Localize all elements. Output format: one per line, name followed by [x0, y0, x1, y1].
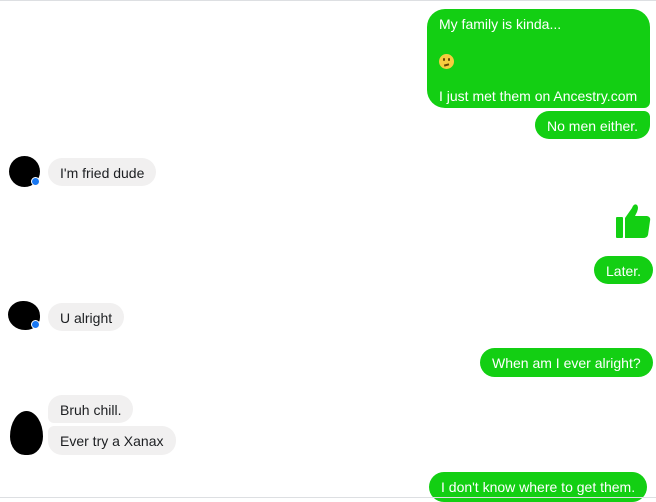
avatar[interactable]: [10, 411, 43, 455]
bottom-divider: [0, 497, 656, 498]
message-text: Ever try a Xanax: [60, 433, 164, 449]
outgoing-message[interactable]: No men either.: [535, 111, 651, 139]
message-line: My family is kinda...: [439, 16, 562, 32]
thumbs-up-icon[interactable]: [615, 202, 651, 239]
incoming-message[interactable]: I'm fried dude: [48, 158, 157, 186]
top-divider: [0, 0, 656, 1]
message-text: No men either.: [547, 118, 639, 134]
message-text: Later.: [606, 263, 642, 279]
message-text: I'm fried dude: [60, 165, 145, 181]
message-text: When am I ever alright?: [492, 355, 641, 371]
message-line: I just met them on Ancestry.com: [439, 88, 638, 104]
incoming-message[interactable]: Bruh chill.: [48, 395, 134, 423]
incoming-message[interactable]: Ever try a Xanax: [48, 426, 176, 455]
active-status-badge: [31, 177, 40, 186]
outgoing-message[interactable]: Later.: [594, 256, 654, 284]
message-text: U alright: [60, 310, 113, 326]
message-text: Bruh chill.: [60, 402, 122, 418]
message-text: I don't know where to get them.: [441, 479, 636, 495]
incoming-message[interactable]: U alright: [48, 303, 125, 331]
outgoing-message[interactable]: When am I ever alright?: [480, 348, 653, 377]
outgoing-message[interactable]: My family is kinda... I just met them on…: [427, 9, 650, 108]
message-line: [439, 51, 638, 69]
active-status-badge: [31, 320, 40, 329]
slightly-frowning-face-icon: [439, 53, 454, 69]
